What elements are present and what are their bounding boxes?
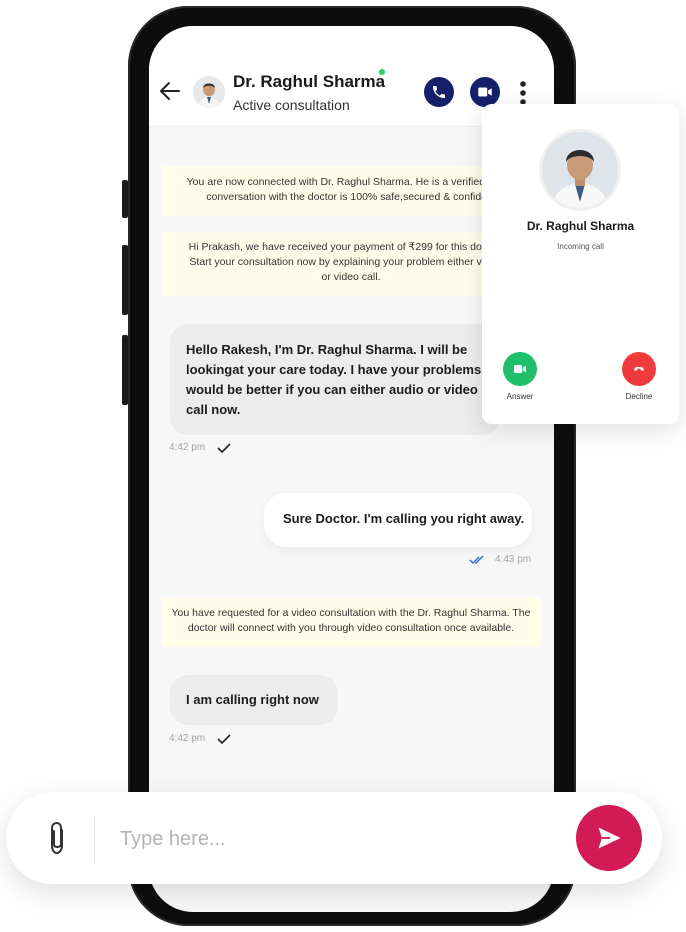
message-text-line: call now. — [186, 402, 241, 417]
system-message: You have requested for a video consultat… — [161, 597, 541, 647]
avatar — [193, 76, 225, 108]
message-text: Sure Doctor. I'm calling you right away. — [283, 511, 525, 526]
system-message-line: doctor will connect with you through vid… — [187, 622, 515, 634]
consultation-status: Active consultation — [233, 97, 350, 113]
video-call-icon — [514, 365, 526, 373]
system-message-line: Start your consultation now by explainin… — [189, 256, 513, 268]
message-time: 4:43 pm — [495, 554, 532, 565]
message-time: 4:42 pm — [169, 442, 206, 453]
phone-side-button — [122, 180, 128, 218]
message-text: I am calling right now — [186, 692, 319, 707]
message-text-line: Hello Rakesh, I'm Dr. Raghul Sharma. I w… — [186, 342, 468, 357]
send-icon — [598, 827, 621, 849]
message-time: 4:42 pm — [169, 733, 206, 744]
online-status-dot — [379, 69, 385, 75]
system-message-line: You are now connected with Dr. Raghul Sh… — [186, 176, 516, 188]
audio-call-button[interactable] — [424, 77, 454, 107]
system-message-line: or video call. — [321, 271, 381, 283]
message-text-line: would be better if you can either audio … — [186, 382, 478, 397]
call-status: Incoming call — [557, 242, 604, 251]
caller-name: Dr. Raghul Sharma — [526, 219, 635, 233]
incoming-call-card: Dr. Raghul Sharma Incoming call Answer D… — [482, 104, 679, 424]
double-check-icon — [469, 554, 484, 564]
system-message-line: You have requested for a video consultat… — [171, 607, 531, 619]
message-text-line: lookingat your care today. I have your p… — [186, 362, 495, 377]
message-meta: 4:42 pm — [169, 733, 231, 744]
message-meta: 4:42 pm — [169, 442, 231, 453]
more-vert-icon[interactable] — [519, 80, 527, 106]
phone-side-button — [122, 335, 128, 405]
doctor-name: Dr. Raghul Sharma — [233, 72, 386, 91]
decline-call-button[interactable] — [622, 352, 656, 386]
answer-label: Answer — [506, 392, 534, 401]
outgoing-message-bubble: Sure Doctor. I'm calling you right away. — [264, 493, 532, 547]
message-input[interactable] — [118, 818, 562, 860]
caller-avatar — [542, 132, 618, 208]
check-icon — [217, 442, 231, 453]
send-button[interactable] — [576, 805, 642, 871]
incoming-message-bubble: I am calling right now — [170, 675, 338, 725]
incoming-message-bubble: Hello Rakesh, I'm Dr. Raghul Sharma. I w… — [170, 324, 500, 435]
answer-call-button[interactable] — [503, 352, 537, 386]
check-icon — [217, 733, 231, 744]
message-composer — [6, 792, 662, 884]
system-message-line: Hi Prakash, we have received your paymen… — [188, 241, 514, 253]
video-call-button[interactable] — [470, 77, 500, 107]
hang-up-icon — [634, 367, 644, 371]
paperclip-icon[interactable] — [46, 820, 68, 856]
decline-label: Decline — [625, 392, 653, 401]
back-arrow-icon[interactable] — [159, 80, 181, 102]
composer-divider — [94, 818, 95, 862]
video-icon — [478, 87, 492, 97]
phone-icon — [433, 86, 445, 98]
message-meta: 4:43 pm — [469, 554, 531, 565]
system-message-line: conversation with the doctor is 100% saf… — [206, 191, 496, 203]
phone-side-button — [122, 245, 128, 315]
